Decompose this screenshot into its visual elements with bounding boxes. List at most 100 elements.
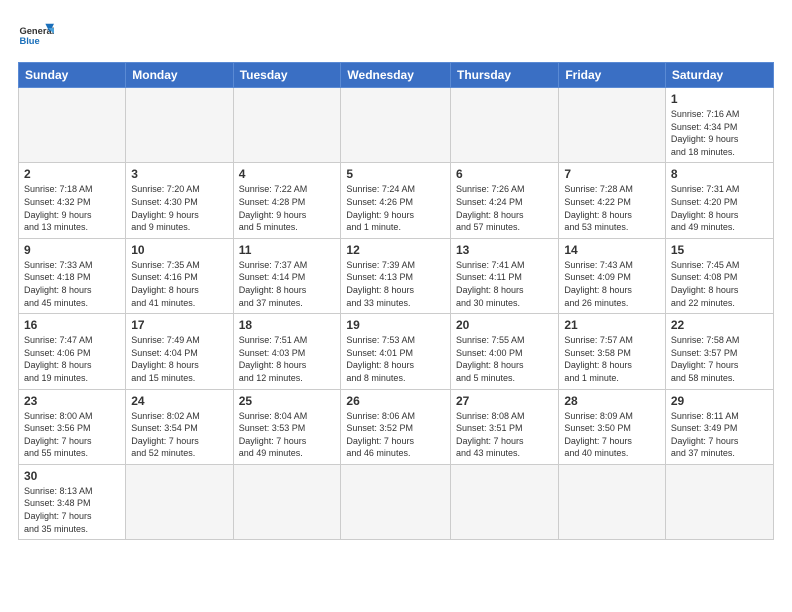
logo-icon: General Blue <box>18 18 54 54</box>
day-number: 24 <box>131 394 227 408</box>
day-number: 16 <box>24 318 120 332</box>
day-number: 20 <box>456 318 553 332</box>
day-number: 27 <box>456 394 553 408</box>
day-info: Sunrise: 7:51 AM Sunset: 4:03 PM Dayligh… <box>239 334 336 384</box>
day-info: Sunrise: 7:43 AM Sunset: 4:09 PM Dayligh… <box>564 259 660 309</box>
calendar-day-cell: 2 Sunrise: 7:18 AM Sunset: 4:32 PM Daylig… <box>19 163 126 238</box>
day-number: 5 <box>346 167 445 181</box>
day-number: 9 <box>24 243 120 257</box>
calendar: SundayMondayTuesdayWednesdayThursdayFrid… <box>18 62 774 540</box>
day-number: 21 <box>564 318 660 332</box>
day-info: Sunrise: 7:41 AM Sunset: 4:11 PM Dayligh… <box>456 259 553 309</box>
calendar-day-cell: 16 Sunrise: 7:47 AM Sunset: 4:06 PM Dayli… <box>19 314 126 389</box>
day-number: 1 <box>671 92 768 106</box>
calendar-day-cell: 30Sunrise: 8:13 AM Sunset: 3:48 PM Dayli… <box>19 464 126 539</box>
calendar-day-cell: 15 Sunrise: 7:45 AM Sunset: 4:08 PM Dayli… <box>665 238 773 313</box>
day-number: 3 <box>131 167 227 181</box>
logo: General Blue <box>18 18 54 54</box>
day-number: 4 <box>239 167 336 181</box>
day-number: 29 <box>671 394 768 408</box>
day-number: 7 <box>564 167 660 181</box>
calendar-header-row: SundayMondayTuesdayWednesdayThursdayFrid… <box>19 63 774 88</box>
calendar-day-cell: 29 Sunrise: 8:11 AM Sunset: 3:49 PM Dayli… <box>665 389 773 464</box>
day-info: Sunrise: 7:58 AM Sunset: 3:57 PM Dayligh… <box>671 334 768 384</box>
day-info: Sunrise: 7:24 AM Sunset: 4:26 PM Dayligh… <box>346 183 445 233</box>
calendar-day-cell: 27 Sunrise: 8:08 AM Sunset: 3:51 PM Dayli… <box>451 389 559 464</box>
day-of-week-header: Thursday <box>451 63 559 88</box>
calendar-day-cell: 22 Sunrise: 7:58 AM Sunset: 3:57 PM Dayli… <box>665 314 773 389</box>
calendar-day-cell <box>451 464 559 539</box>
svg-text:Blue: Blue <box>19 36 39 46</box>
day-info: Sunrise: 7:45 AM Sunset: 4:08 PM Dayligh… <box>671 259 768 309</box>
day-info: Sunrise: 8:11 AM Sunset: 3:49 PM Dayligh… <box>671 410 768 460</box>
calendar-day-cell: 1 Sunrise: 7:16 AM Sunset: 4:34 PM Daylig… <box>665 88 773 163</box>
calendar-week-row: 2 Sunrise: 7:18 AM Sunset: 4:32 PM Daylig… <box>19 163 774 238</box>
calendar-day-cell: 19Sunrise: 7:53 AM Sunset: 4:01 PM Dayli… <box>341 314 451 389</box>
day-info: Sunrise: 7:26 AM Sunset: 4:24 PM Dayligh… <box>456 183 553 233</box>
calendar-day-cell: 20Sunrise: 7:55 AM Sunset: 4:00 PM Dayli… <box>451 314 559 389</box>
day-number: 22 <box>671 318 768 332</box>
day-info: Sunrise: 7:33 AM Sunset: 4:18 PM Dayligh… <box>24 259 120 309</box>
calendar-day-cell <box>233 88 341 163</box>
day-info: Sunrise: 7:16 AM Sunset: 4:34 PM Dayligh… <box>671 108 768 158</box>
day-info: Sunrise: 7:31 AM Sunset: 4:20 PM Dayligh… <box>671 183 768 233</box>
calendar-day-cell: 28Sunrise: 8:09 AM Sunset: 3:50 PM Dayli… <box>559 389 666 464</box>
calendar-day-cell: 18 Sunrise: 7:51 AM Sunset: 4:03 PM Dayli… <box>233 314 341 389</box>
day-number: 10 <box>131 243 227 257</box>
day-info: Sunrise: 8:04 AM Sunset: 3:53 PM Dayligh… <box>239 410 336 460</box>
day-info: Sunrise: 7:28 AM Sunset: 4:22 PM Dayligh… <box>564 183 660 233</box>
day-info: Sunrise: 7:20 AM Sunset: 4:30 PM Dayligh… <box>131 183 227 233</box>
calendar-day-cell: 4 Sunrise: 7:22 AM Sunset: 4:28 PM Daylig… <box>233 163 341 238</box>
day-number: 6 <box>456 167 553 181</box>
day-info: Sunrise: 8:02 AM Sunset: 3:54 PM Dayligh… <box>131 410 227 460</box>
day-number: 28 <box>564 394 660 408</box>
day-number: 18 <box>239 318 336 332</box>
day-info: Sunrise: 7:39 AM Sunset: 4:13 PM Dayligh… <box>346 259 445 309</box>
day-number: 17 <box>131 318 227 332</box>
day-of-week-header: Wednesday <box>341 63 451 88</box>
calendar-day-cell <box>19 88 126 163</box>
calendar-day-cell <box>559 88 666 163</box>
day-number: 14 <box>564 243 660 257</box>
day-number: 2 <box>24 167 120 181</box>
day-number: 13 <box>456 243 553 257</box>
day-of-week-header: Friday <box>559 63 666 88</box>
day-info: Sunrise: 7:37 AM Sunset: 4:14 PM Dayligh… <box>239 259 336 309</box>
day-of-week-header: Sunday <box>19 63 126 88</box>
calendar-day-cell: 14 Sunrise: 7:43 AM Sunset: 4:09 PM Dayli… <box>559 238 666 313</box>
day-number: 25 <box>239 394 336 408</box>
day-info: Sunrise: 7:22 AM Sunset: 4:28 PM Dayligh… <box>239 183 336 233</box>
day-of-week-header: Tuesday <box>233 63 341 88</box>
day-of-week-header: Saturday <box>665 63 773 88</box>
calendar-day-cell <box>126 464 233 539</box>
day-info: Sunrise: 7:18 AM Sunset: 4:32 PM Dayligh… <box>24 183 120 233</box>
day-info: Sunrise: 8:00 AM Sunset: 3:56 PM Dayligh… <box>24 410 120 460</box>
day-number: 12 <box>346 243 445 257</box>
day-info: Sunrise: 8:08 AM Sunset: 3:51 PM Dayligh… <box>456 410 553 460</box>
calendar-day-cell: 17 Sunrise: 7:49 AM Sunset: 4:04 PM Dayli… <box>126 314 233 389</box>
calendar-day-cell: 13 Sunrise: 7:41 AM Sunset: 4:11 PM Dayli… <box>451 238 559 313</box>
day-number: 11 <box>239 243 336 257</box>
calendar-day-cell: 5 Sunrise: 7:24 AM Sunset: 4:26 PM Daylig… <box>341 163 451 238</box>
calendar-day-cell: 8Sunrise: 7:31 AM Sunset: 4:20 PM Daylig… <box>665 163 773 238</box>
day-info: Sunrise: 7:47 AM Sunset: 4:06 PM Dayligh… <box>24 334 120 384</box>
calendar-day-cell: 10Sunrise: 7:35 AM Sunset: 4:16 PM Dayli… <box>126 238 233 313</box>
calendar-day-cell <box>126 88 233 163</box>
day-info: Sunrise: 7:57 AM Sunset: 3:58 PM Dayligh… <box>564 334 660 384</box>
calendar-week-row: 16 Sunrise: 7:47 AM Sunset: 4:06 PM Dayli… <box>19 314 774 389</box>
day-info: Sunrise: 7:49 AM Sunset: 4:04 PM Dayligh… <box>131 334 227 384</box>
day-number: 26 <box>346 394 445 408</box>
calendar-day-cell: 9 Sunrise: 7:33 AM Sunset: 4:18 PM Daylig… <box>19 238 126 313</box>
calendar-day-cell: 26Sunrise: 8:06 AM Sunset: 3:52 PM Dayli… <box>341 389 451 464</box>
calendar-day-cell: 7 Sunrise: 7:28 AM Sunset: 4:22 PM Daylig… <box>559 163 666 238</box>
calendar-day-cell: 24 Sunrise: 8:02 AM Sunset: 3:54 PM Dayli… <box>126 389 233 464</box>
calendar-day-cell <box>451 88 559 163</box>
day-number: 30 <box>24 469 120 483</box>
header: General Blue <box>18 18 774 54</box>
calendar-day-cell <box>341 464 451 539</box>
day-number: 23 <box>24 394 120 408</box>
calendar-day-cell: 12 Sunrise: 7:39 AM Sunset: 4:13 PM Dayli… <box>341 238 451 313</box>
day-of-week-header: Monday <box>126 63 233 88</box>
calendar-day-cell: 21 Sunrise: 7:57 AM Sunset: 3:58 PM Dayli… <box>559 314 666 389</box>
day-number: 15 <box>671 243 768 257</box>
